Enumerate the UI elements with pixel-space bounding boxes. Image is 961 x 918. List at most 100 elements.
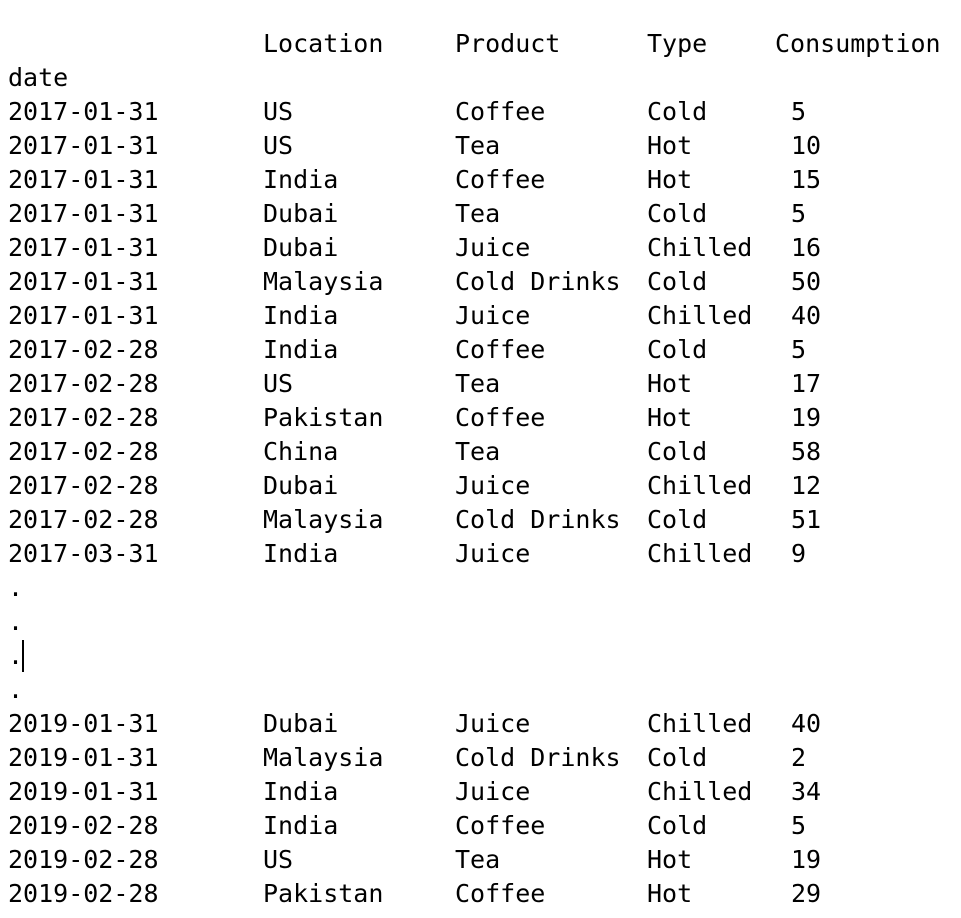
date-cell: 2017-01-31 [8, 267, 159, 296]
product-cell: Tea [455, 845, 501, 874]
type-cell: Cold [647, 335, 708, 364]
product-cell: Cold Drinks [455, 743, 621, 772]
ellipsis-line: . [8, 607, 24, 636]
column-header-product: Product [455, 29, 561, 58]
product-cell: Cold Drinks [455, 505, 621, 534]
consumption-cell: 17 [791, 369, 822, 398]
location-cell: India [263, 165, 339, 194]
column-header-row: Location Product Type Consumption [8, 27, 941, 61]
location-cell: India [263, 777, 339, 806]
product-cell: Tea [455, 199, 501, 228]
date-cell: 2019-02-28 [8, 845, 159, 874]
consumption-cell: 40 [791, 301, 822, 330]
product-cell: Coffee [455, 97, 546, 126]
location-cell: US [263, 131, 294, 160]
date-cell: 2019-01-31 [8, 777, 159, 806]
location-cell: Pakistan [263, 403, 384, 432]
ellipsis-line: . [8, 641, 24, 670]
location-cell: India [263, 301, 339, 330]
consumption-cell: 29 [791, 879, 822, 908]
ellipsis-line: . [8, 675, 24, 704]
type-cell: Hot [647, 131, 693, 160]
product-cell: Juice [455, 777, 531, 806]
column-header-type: Type [647, 29, 708, 58]
consumption-cell: 9 [791, 539, 807, 568]
type-cell: Chilled [647, 539, 753, 568]
column-header-location: Location [263, 29, 384, 58]
location-cell: Pakistan [263, 879, 384, 908]
location-cell: US [263, 845, 294, 874]
product-cell: Coffee [455, 335, 546, 364]
date-cell: 2017-02-28 [8, 437, 159, 466]
date-cell: 2019-01-31 [8, 709, 159, 738]
consumption-cell: 16 [791, 233, 822, 262]
consumption-cell: 10 [791, 131, 822, 160]
product-cell: Tea [455, 437, 501, 466]
type-cell: Hot [647, 165, 693, 194]
consumption-cell: 12 [791, 471, 822, 500]
consumption-cell: 19 [791, 403, 822, 432]
type-cell: Cold [647, 437, 708, 466]
type-cell: Cold [647, 505, 708, 534]
type-cell: Cold [647, 267, 708, 296]
product-cell: Juice [455, 301, 531, 330]
product-cell: Cold Drinks [455, 267, 621, 296]
date-cell: 2019-02-28 [8, 811, 159, 840]
date-cell: 2019-01-31 [8, 743, 159, 772]
product-cell: Tea [455, 369, 501, 398]
consumption-cell: 51 [791, 505, 822, 534]
location-cell: Malaysia [263, 505, 384, 534]
location-cell: US [263, 97, 294, 126]
product-cell: Juice [455, 233, 531, 262]
type-cell: Hot [647, 369, 693, 398]
date-cell: 2017-01-31 [8, 131, 159, 160]
date-cell: 2019-02-28 [8, 879, 159, 908]
date-cell: 2017-02-28 [8, 403, 159, 432]
location-cell: Dubai [263, 199, 339, 228]
consumption-cell: 5 [791, 199, 807, 228]
product-cell: Juice [455, 539, 531, 568]
consumption-cell: 5 [791, 335, 807, 364]
consumption-cell: 15 [791, 165, 822, 194]
type-cell: Hot [647, 879, 693, 908]
date-cell: 2017-01-31 [8, 165, 159, 194]
product-cell: Coffee [455, 165, 546, 194]
type-cell: Chilled [647, 471, 753, 500]
date-cell: 2017-03-31 [8, 539, 159, 568]
date-cell: 2017-01-31 [8, 301, 159, 330]
location-cell: Malaysia [263, 743, 384, 772]
consumption-cell: 5 [791, 97, 807, 126]
product-cell: Tea [455, 131, 501, 160]
ellipsis-line: . [8, 573, 24, 602]
location-cell: US [263, 369, 294, 398]
location-cell: Dubai [263, 709, 339, 738]
product-cell: Coffee [455, 403, 546, 432]
location-cell: India [263, 539, 339, 568]
location-cell: Dubai [263, 471, 339, 500]
type-cell: Hot [647, 845, 693, 874]
index-name: date [8, 63, 69, 92]
consumption-cell: 50 [791, 267, 822, 296]
location-cell: India [263, 335, 339, 364]
product-cell: Juice [455, 709, 531, 738]
consumption-cell: 2 [791, 743, 807, 772]
type-cell: Cold [647, 743, 708, 772]
date-cell: 2017-01-31 [8, 199, 159, 228]
text-cursor [22, 640, 24, 672]
date-cell: 2017-01-31 [8, 97, 159, 126]
date-cell: 2017-02-28 [8, 471, 159, 500]
location-cell: China [263, 437, 339, 466]
product-cell: Juice [455, 471, 531, 500]
location-cell: Dubai [263, 233, 339, 262]
location-cell: India [263, 811, 339, 840]
type-cell: Hot [647, 403, 693, 432]
type-cell: Cold [647, 97, 708, 126]
date-cell: 2017-01-31 [8, 233, 159, 262]
consumption-cell: 19 [791, 845, 822, 874]
type-cell: Cold [647, 811, 708, 840]
type-cell: Chilled [647, 233, 753, 262]
type-cell: Cold [647, 199, 708, 228]
date-cell: 2017-02-28 [8, 505, 159, 534]
type-cell: Chilled [647, 709, 753, 738]
consumption-cell: 5 [791, 811, 807, 840]
